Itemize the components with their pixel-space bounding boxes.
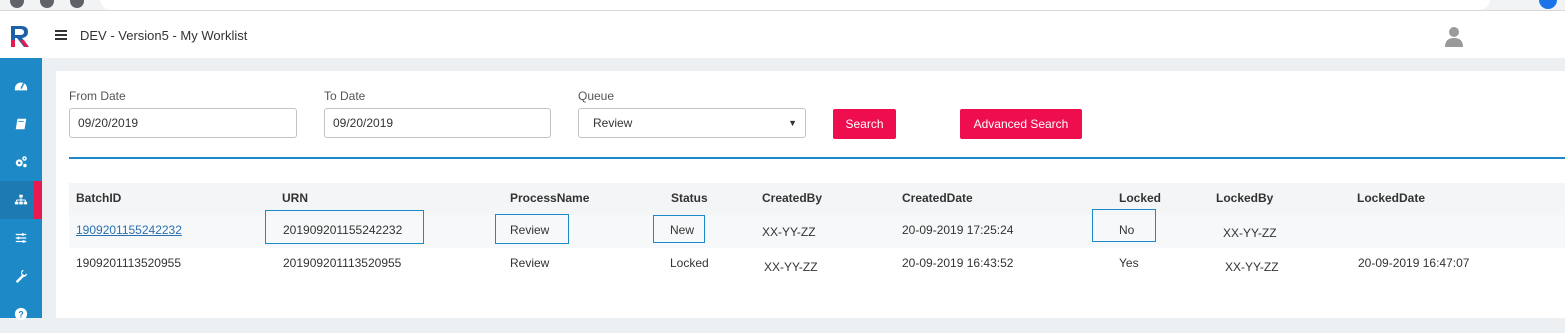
book-icon <box>15 118 27 130</box>
advanced-search-button[interactable]: Advanced Search <box>960 109 1082 139</box>
createdby-cell: XX-YY-ZZ <box>762 225 816 239</box>
column-header-processname[interactable]: ProcessName <box>510 191 589 205</box>
processname-cell: Review <box>510 256 550 270</box>
status-cell: New <box>670 223 695 237</box>
queue-selected-value: Review <box>593 116 633 130</box>
sidebar-item-tools[interactable] <box>0 257 42 295</box>
section-divider <box>69 157 1565 159</box>
sidebar: ? <box>0 58 42 321</box>
sidebar-item-help[interactable]: ? <box>0 295 42 333</box>
from-date-input[interactable]: 09/20/2019 <box>69 108 297 138</box>
lockedby-cell: XX-YY-ZZ <box>1225 260 1279 274</box>
batchid-cell[interactable]: 1909201113520955 <box>76 256 181 270</box>
column-header-status[interactable]: Status <box>671 191 708 205</box>
user-avatar-icon[interactable] <box>1442 24 1466 48</box>
sidebar-item-settings[interactable] <box>0 143 42 181</box>
column-header-urn[interactable]: URN <box>282 191 308 205</box>
app-header: DEV - Version5 - My Worklist <box>0 11 1565 58</box>
search-button[interactable]: Search <box>833 109 896 139</box>
column-header-createddate[interactable]: CreatedDate <box>902 191 973 205</box>
help-icon: ? <box>14 307 28 321</box>
sitemap-icon <box>14 194 28 205</box>
sidebar-item-dashboard[interactable] <box>0 67 42 105</box>
cogs-icon <box>15 156 27 168</box>
sliders-icon <box>15 233 27 243</box>
sidebar-item-hierarchy[interactable] <box>0 181 42 219</box>
dashboard-icon <box>14 82 28 91</box>
worklist-panel: From Date 09/20/2019 To Date 09/20/2019 … <box>56 71 1565 318</box>
urn-cell: 201909201155242232 <box>283 223 403 237</box>
menu-toggle-icon[interactable] <box>55 30 67 40</box>
column-header-createdby[interactable]: CreatedBy <box>762 191 822 205</box>
urn-cell: 201909201113520955 <box>283 256 402 270</box>
forward-icon[interactable] <box>40 0 54 8</box>
sidebar-item-book[interactable] <box>0 105 42 143</box>
column-header-locked[interactable]: Locked <box>1119 191 1161 205</box>
page-title: DEV - Version5 - My Worklist <box>80 28 248 43</box>
column-header-batchid[interactable]: BatchID <box>76 191 121 205</box>
processname-cell: Review <box>510 223 550 237</box>
batchid-link[interactable]: 1909201155242232 <box>76 223 182 237</box>
column-header-lockedby[interactable]: LockedBy <box>1216 191 1273 205</box>
createdby-cell: XX-YY-ZZ <box>764 260 818 274</box>
reload-icon[interactable] <box>70 0 84 8</box>
queue-select[interactable]: Review ▼ <box>578 108 806 138</box>
column-header-lockeddate[interactable]: LockedDate <box>1357 191 1425 205</box>
locked-cell: Yes <box>1119 256 1139 270</box>
status-cell: Locked <box>670 256 709 270</box>
address-bar[interactable] <box>100 0 1490 10</box>
svg-text:?: ? <box>18 310 23 320</box>
from-date-label: From Date <box>69 89 126 103</box>
app-logo[interactable] <box>8 23 34 49</box>
createddate-cell: 20-09-2019 17:25:24 <box>902 223 1014 237</box>
back-icon[interactable] <box>10 0 24 8</box>
profile-icon[interactable] <box>1539 0 1557 9</box>
to-date-input[interactable]: 09/20/2019 <box>324 108 551 138</box>
to-date-label: To Date <box>324 89 366 103</box>
chevron-down-icon: ▼ <box>788 118 797 128</box>
createddate-cell: 20-09-2019 16:43:52 <box>902 256 1014 270</box>
locked-cell: No <box>1119 223 1135 237</box>
sidebar-item-filters[interactable] <box>0 219 42 257</box>
lockedby-cell: XX-YY-ZZ <box>1223 226 1277 240</box>
queue-label: Queue <box>578 89 615 103</box>
browser-toolbar <box>0 0 1565 11</box>
wrench-icon <box>15 269 28 283</box>
lockeddate-cell: 20-09-2019 16:47:07 <box>1358 256 1470 270</box>
